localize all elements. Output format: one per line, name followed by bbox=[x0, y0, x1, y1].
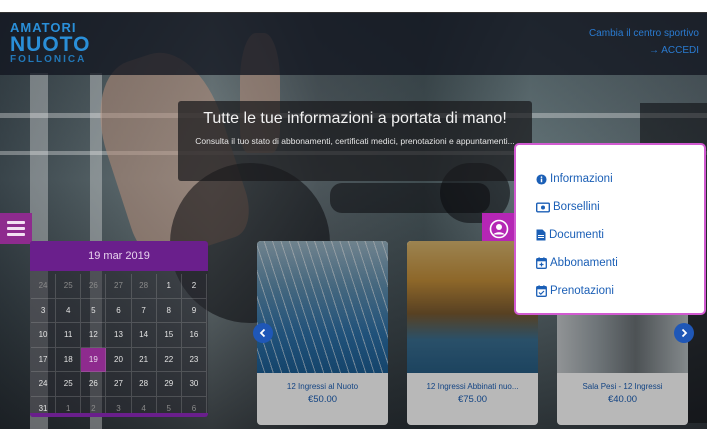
calendar-day[interactable]: 22 bbox=[156, 347, 182, 372]
calendar-day[interactable]: 25 bbox=[56, 372, 82, 397]
calendar-day[interactable]: 19 bbox=[81, 347, 107, 372]
document-icon bbox=[536, 229, 546, 241]
calendar-day[interactable]: 15 bbox=[156, 323, 182, 348]
menu-item-documenti[interactable]: Documenti bbox=[516, 221, 704, 249]
calendar-day[interactable]: 29 bbox=[156, 372, 182, 397]
logo-line-3: FOLLONICA bbox=[10, 54, 87, 65]
calendar-day[interactable]: 23 bbox=[181, 347, 207, 372]
calendar-widget: 19 mar 2019 24 25 26 27 28 1 2 3 4 5 6 7 8 9 10 11 12 13 1… bbox=[30, 241, 208, 417]
calendar-day[interactable]: 13 bbox=[106, 323, 132, 348]
menu-button[interactable] bbox=[0, 213, 32, 244]
club-logo[interactable]: AMATORI NUOTO FOLLONICA bbox=[10, 21, 90, 65]
calendar-day[interactable]: 7 bbox=[131, 298, 157, 323]
calendar-day[interactable]: 28 bbox=[131, 372, 157, 397]
wallet-icon bbox=[536, 202, 550, 212]
hamburger-line bbox=[7, 227, 25, 230]
calendar-day[interactable]: 4 bbox=[56, 298, 82, 323]
menu-item-prenotazioni[interactable]: Prenotazioni bbox=[516, 277, 704, 305]
menu-item-borsellini[interactable]: Borsellini bbox=[516, 193, 704, 221]
calendar-day[interactable]: 20 bbox=[106, 347, 132, 372]
hero-banner: Tutte le tue informazioni a portata di m… bbox=[178, 101, 532, 181]
header-links: Cambia il centro sportivo → ACCEDI bbox=[589, 25, 699, 59]
product-name: 12 Ingressi Abbinati nuo... bbox=[426, 382, 519, 391]
calendar-day[interactable]: 3 bbox=[31, 298, 57, 323]
hero-subtitle: Consulta il tuo stato di abbonamenti, ce… bbox=[195, 136, 515, 146]
calendar-day[interactable]: 21 bbox=[131, 347, 157, 372]
product-name: 12 Ingressi al Nuoto bbox=[286, 382, 359, 391]
user-icon bbox=[489, 219, 508, 238]
menu-item-label: Prenotazioni bbox=[550, 285, 614, 297]
calendar-day[interactable]: 10 bbox=[31, 323, 57, 348]
login-link[interactable]: → ACCEDI bbox=[589, 42, 699, 59]
calendar-footer bbox=[30, 413, 208, 417]
calendar-day[interactable]: 18 bbox=[56, 347, 82, 372]
logo-line-2: NUOTO bbox=[10, 33, 91, 56]
calendar-check-icon bbox=[536, 285, 547, 297]
carousel-prev-button[interactable] bbox=[253, 323, 273, 343]
calendar-day[interactable]: 25 bbox=[56, 274, 82, 299]
menu-item-abbonamenti[interactable]: Abbonamenti bbox=[516, 249, 704, 277]
menu-item-label: Informazioni bbox=[550, 173, 613, 185]
calendar-day[interactable]: 11 bbox=[56, 323, 82, 348]
calendar-day[interactable]: 8 bbox=[156, 298, 182, 323]
menu-item-informazioni[interactable]: Informazioni bbox=[516, 165, 704, 193]
calendar-day[interactable]: 28 bbox=[131, 274, 157, 299]
calendar-day[interactable]: 12 bbox=[81, 323, 107, 348]
info-icon bbox=[536, 173, 547, 185]
calendar-day[interactable]: 9 bbox=[181, 298, 207, 323]
product-price: €75.00 bbox=[457, 394, 488, 405]
product-name: Sala Pesi - 12 Ingressi bbox=[582, 382, 663, 391]
calendar-icon bbox=[536, 257, 547, 269]
menu-item-label: Borsellini bbox=[553, 201, 600, 213]
menu-item-label: Abbonamenti bbox=[550, 257, 618, 269]
calendar-day[interactable]: 14 bbox=[131, 323, 157, 348]
carousel-next-button[interactable] bbox=[674, 323, 694, 343]
calendar-day[interactable]: 16 bbox=[181, 323, 207, 348]
product-price: €50.00 bbox=[307, 394, 338, 405]
calendar-day[interactable]: 27 bbox=[106, 274, 132, 299]
calendar-day[interactable]: 27 bbox=[106, 372, 132, 397]
hamburger-line bbox=[7, 233, 25, 236]
change-center-link[interactable]: Cambia il centro sportivo bbox=[589, 25, 699, 42]
calendar-day[interactable]: 17 bbox=[31, 347, 57, 372]
top-header: AMATORI NUOTO FOLLONICA Cambia il centro… bbox=[0, 13, 707, 75]
product-card[interactable]: 12 Ingressi al Nuoto €50.00 bbox=[257, 241, 388, 425]
chevron-right-icon bbox=[681, 328, 688, 338]
page: AMATORI NUOTO FOLLONICA Cambia il centro… bbox=[0, 12, 707, 429]
calendar-day[interactable]: 5 bbox=[81, 298, 107, 323]
product-price: €40.00 bbox=[607, 394, 638, 405]
calendar-day[interactable]: 26 bbox=[81, 372, 107, 397]
calendar-day[interactable]: 30 bbox=[181, 372, 207, 397]
user-dropdown-menu: Informazioni Borsellini Documenti Abbona… bbox=[514, 143, 706, 315]
calendar-day[interactable]: 6 bbox=[106, 298, 132, 323]
hero-title: Tutte le tue informazioni a portata di m… bbox=[203, 110, 507, 127]
calendar-day[interactable]: 2 bbox=[181, 274, 207, 299]
calendar-day[interactable]: 1 bbox=[156, 274, 182, 299]
calendar-day[interactable]: 26 bbox=[81, 274, 107, 299]
calendar-header[interactable]: 19 mar 2019 bbox=[30, 241, 208, 271]
calendar-day[interactable]: 24 bbox=[31, 274, 57, 299]
menu-item-label: Documenti bbox=[549, 229, 604, 241]
chevron-left-icon bbox=[259, 328, 266, 338]
pool-image bbox=[257, 241, 388, 373]
user-menu-button[interactable] bbox=[482, 213, 515, 244]
calendar-grid: 24 25 26 27 28 1 2 3 4 5 6 7 8 9 10 11 12 13 14 15 16 17 18 19 2… bbox=[30, 271, 208, 417]
calendar-day[interactable]: 24 bbox=[31, 372, 57, 397]
hamburger-icon bbox=[7, 221, 25, 224]
